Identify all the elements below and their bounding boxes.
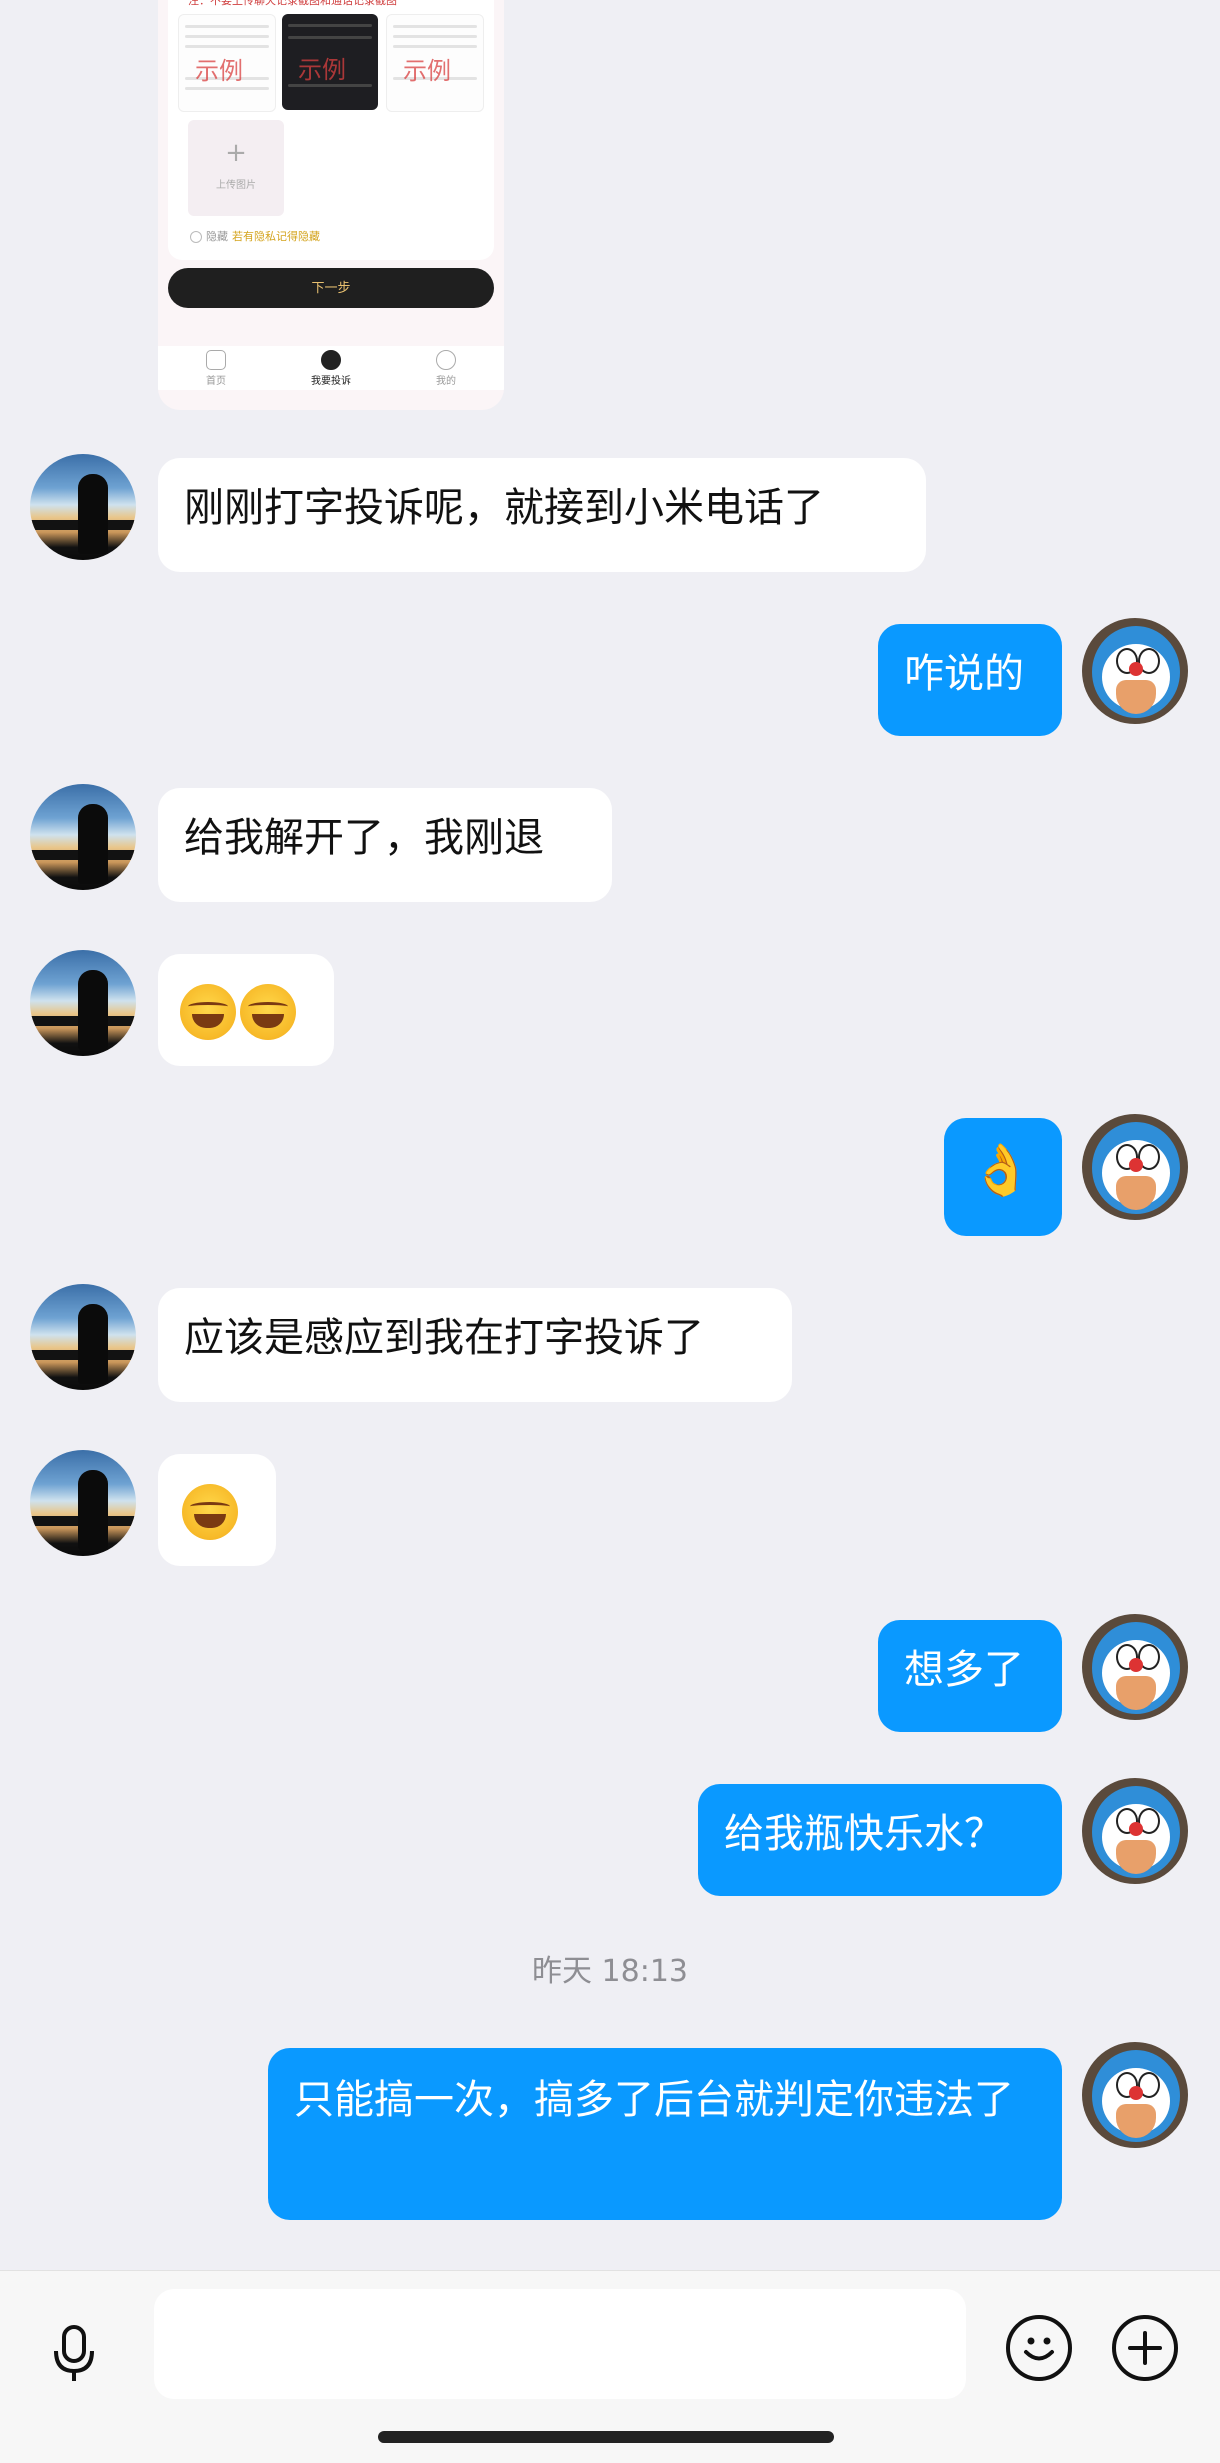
microphone-icon[interactable] xyxy=(42,2321,106,2385)
tears-of-joy-emoji-icon xyxy=(182,1484,238,1540)
timestamp: 昨天 18:13 xyxy=(532,1954,688,1989)
ok-hand-emoji-icon: 👌 xyxy=(970,1141,1033,1199)
laughing-emoji-icon xyxy=(180,984,236,1040)
example-thumb-2: 示例 xyxy=(282,14,378,110)
upload-label: 上传图片 xyxy=(216,180,256,191)
laughing-emoji-icon xyxy=(240,984,296,1040)
screenshot-form-panel: 注：不要上传聊天记录截图和通话记录截图 示例 示例 示例 + 上传图片 隐藏 若有… xyxy=(168,0,494,260)
example-stamp: 示例 xyxy=(403,57,451,85)
shared-screenshot-card[interactable]: 注：不要上传聊天记录截图和通话记录截图 示例 示例 示例 + 上传图片 隐藏 若有… xyxy=(158,0,504,410)
contact-avatar[interactable] xyxy=(30,784,136,890)
message-bubble[interactable]: 咋说的 xyxy=(878,624,1062,736)
screenshot-note: 注：不要上传聊天记录截图和通话记录截图 xyxy=(188,0,397,7)
home-icon xyxy=(206,350,226,370)
emoji-message-bubble[interactable] xyxy=(158,954,334,1066)
example-stamp: 示例 xyxy=(195,57,243,85)
tab-complaint: 我要投诉 xyxy=(291,350,371,387)
hide-option: 隐藏 若有隐私记得隐藏 xyxy=(190,228,320,244)
emoji-message-bubble[interactable]: 👌 xyxy=(944,1118,1062,1236)
home-indicator xyxy=(378,2431,834,2443)
example-thumb-3: 示例 xyxy=(386,14,484,112)
contact-avatar[interactable] xyxy=(30,454,136,560)
my-avatar[interactable] xyxy=(1082,618,1188,724)
example-thumb-1: 示例 xyxy=(178,14,276,112)
emoji-message-bubble[interactable] xyxy=(158,1454,276,1566)
my-avatar[interactable] xyxy=(1082,1114,1188,1220)
my-avatar[interactable] xyxy=(1082,2042,1188,2148)
contact-avatar[interactable] xyxy=(30,950,136,1056)
next-step-button: 下一步 xyxy=(168,268,494,308)
input-bar xyxy=(0,2270,1220,2463)
message-bubble[interactable]: 想多了 xyxy=(878,1620,1062,1732)
plus-icon: + xyxy=(225,138,247,168)
emoji-icon[interactable] xyxy=(1006,2315,1072,2381)
message-bubble[interactable]: 只能搞一次，搞多了后台就判定你违法了 xyxy=(268,2048,1062,2220)
example-stamp: 示例 xyxy=(298,56,346,84)
tab-home: 首页 xyxy=(176,350,256,387)
my-avatar[interactable] xyxy=(1082,1614,1188,1720)
my-avatar[interactable] xyxy=(1082,1778,1188,1884)
plus-icon[interactable] xyxy=(1112,2315,1178,2381)
complaint-icon xyxy=(321,350,341,370)
radio-icon xyxy=(190,231,202,243)
message-bubble[interactable]: 给我瓶快乐水？ xyxy=(698,1784,1062,1896)
message-bubble[interactable]: 刚刚打字投诉呢，就接到小米电话了 xyxy=(158,458,926,572)
message-input[interactable] xyxy=(154,2289,966,2399)
upload-image-button: + 上传图片 xyxy=(188,120,284,216)
screenshot-tabbar: 首页 我要投诉 我的 xyxy=(158,346,504,390)
smiley-icon xyxy=(436,350,456,370)
contact-avatar[interactable] xyxy=(30,1450,136,1556)
tab-mine: 我的 xyxy=(406,350,486,387)
message-bubble[interactable]: 应该是感应到我在打字投诉了 xyxy=(158,1288,792,1402)
contact-avatar[interactable] xyxy=(30,1284,136,1390)
message-bubble[interactable]: 给我解开了，我刚退 xyxy=(158,788,612,902)
